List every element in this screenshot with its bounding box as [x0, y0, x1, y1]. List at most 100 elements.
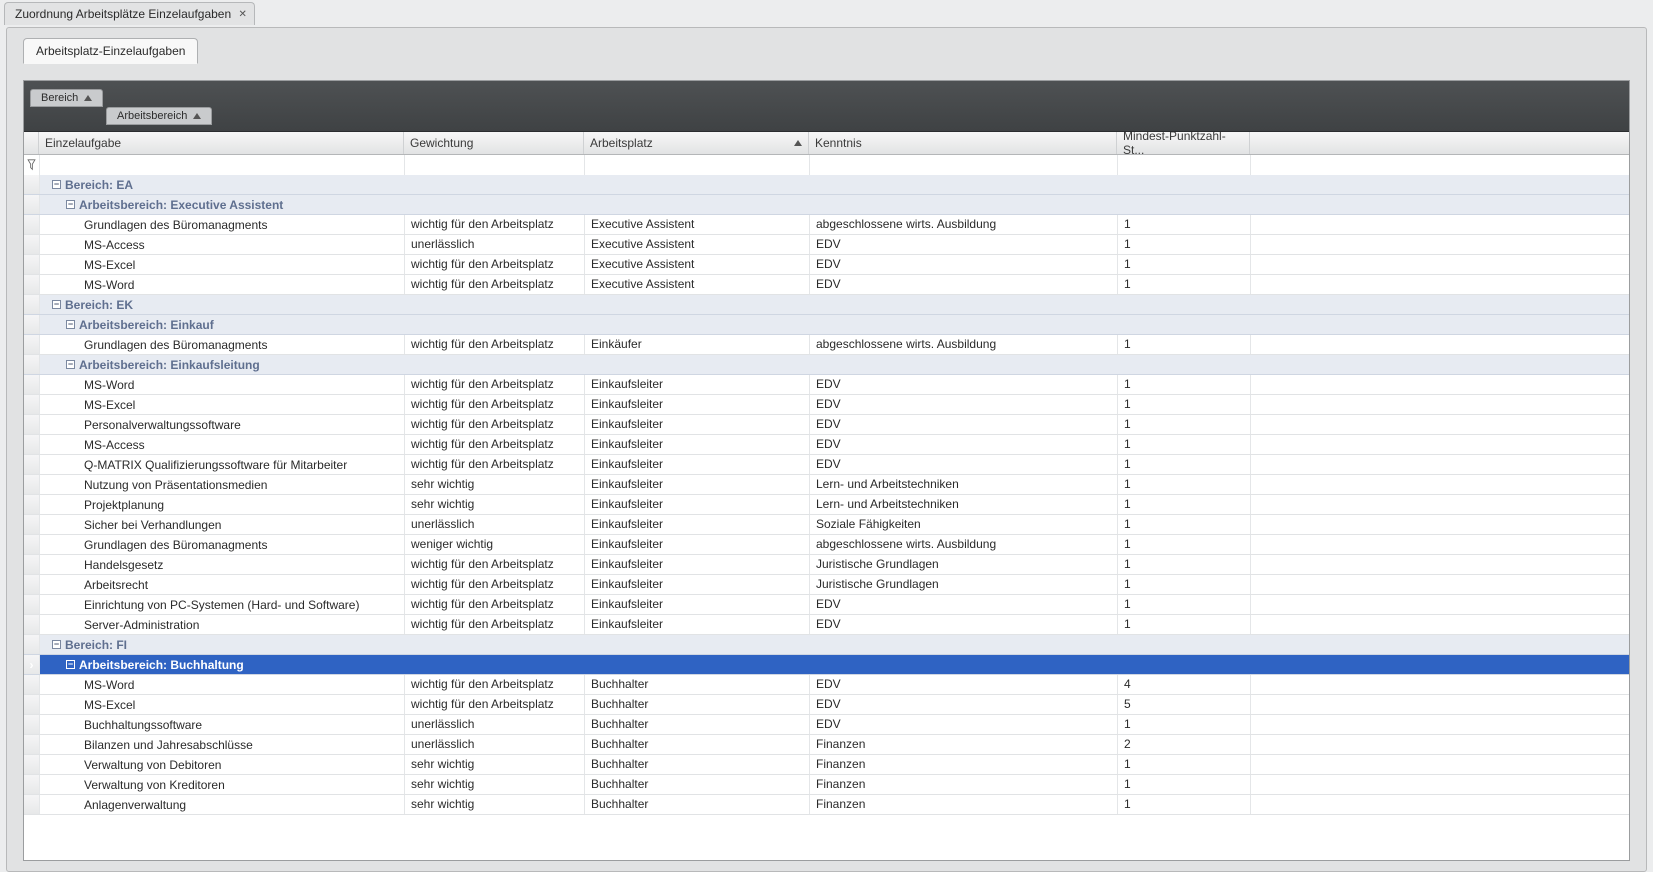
- table-row[interactable]: Nutzung von Präsentationsmediensehr wich…: [24, 475, 1629, 495]
- cell-gewichtung[interactable]: wichtig für den Arbeitsplatz: [405, 555, 585, 574]
- cell-mindest-punktzahl[interactable]: 1: [1118, 715, 1251, 734]
- cell-arbeitsplatz[interactable]: Buchhalter: [585, 775, 810, 794]
- cell-mindest-punktzahl[interactable]: 1: [1118, 435, 1251, 454]
- cell-einzelaufgabe[interactable]: Nutzung von Präsentationsmedien: [40, 475, 405, 494]
- close-icon[interactable]: ✕: [237, 9, 248, 20]
- cell-gewichtung[interactable]: wichtig für den Arbeitsplatz: [405, 695, 585, 714]
- cell-mindest-punktzahl[interactable]: 1: [1118, 415, 1251, 434]
- cell-einzelaufgabe[interactable]: MS-Excel: [40, 395, 405, 414]
- cell-kenntnis[interactable]: EDV: [810, 595, 1118, 614]
- cell-kenntnis[interactable]: EDV: [810, 435, 1118, 454]
- cell-mindest-punktzahl[interactable]: 1: [1118, 215, 1251, 234]
- cell-arbeitsplatz[interactable]: Einkäufer: [585, 335, 810, 354]
- table-row[interactable]: Verwaltung von Debitorensehr wichtigBuch…: [24, 755, 1629, 775]
- cell-gewichtung[interactable]: wichtig für den Arbeitsplatz: [405, 415, 585, 434]
- cell-gewichtung[interactable]: wichtig für den Arbeitsplatz: [405, 595, 585, 614]
- cell-arbeitsplatz[interactable]: Einkaufsleiter: [585, 495, 810, 514]
- cell-gewichtung[interactable]: wichtig für den Arbeitsplatz: [405, 375, 585, 394]
- tab-arbeitsplatz-einzelaufgaben[interactable]: Arbeitsplatz-Einzelaufgaben: [23, 38, 198, 64]
- cell-kenntnis[interactable]: abgeschlossene wirts. Ausbildung: [810, 335, 1118, 354]
- cell-gewichtung[interactable]: wichtig für den Arbeitsplatz: [405, 215, 585, 234]
- table-row[interactable]: Bilanzen und Jahresabschlüsseunerlässlic…: [24, 735, 1629, 755]
- cell-mindest-punktzahl[interactable]: 1: [1118, 495, 1251, 514]
- filter-arbeitsplatz[interactable]: [585, 155, 810, 175]
- cell-einzelaufgabe[interactable]: Einrichtung von PC-Systemen (Hard- und S…: [40, 595, 405, 614]
- cell-einzelaufgabe[interactable]: Grundlagen des Büromanagments: [40, 215, 405, 234]
- cell-gewichtung[interactable]: sehr wichtig: [405, 475, 585, 494]
- cell-arbeitsplatz[interactable]: Einkaufsleiter: [585, 375, 810, 394]
- cell-kenntnis[interactable]: abgeschlossene wirts. Ausbildung: [810, 215, 1118, 234]
- cell-gewichtung[interactable]: unerlässlich: [405, 735, 585, 754]
- collapse-icon[interactable]: −: [66, 660, 75, 669]
- cell-kenntnis[interactable]: Soziale Fähigkeiten: [810, 515, 1118, 534]
- cell-arbeitsplatz[interactable]: Einkaufsleiter: [585, 555, 810, 574]
- table-row[interactable]: Sicher bei VerhandlungenunerlässlichEink…: [24, 515, 1629, 535]
- table-row[interactable]: Q-MATRIX Qualifizierungssoftware für Mit…: [24, 455, 1629, 475]
- cell-arbeitsplatz[interactable]: Buchhalter: [585, 675, 810, 694]
- cell-gewichtung[interactable]: unerlässlich: [405, 235, 585, 254]
- table-row[interactable]: Grundlagen des Büromanagmentswichtig für…: [24, 335, 1629, 355]
- cell-kenntnis[interactable]: Lern- und Arbeitstechniken: [810, 495, 1118, 514]
- cell-mindest-punktzahl[interactable]: 2: [1118, 735, 1251, 754]
- cell-einzelaufgabe[interactable]: Projektplanung: [40, 495, 405, 514]
- cell-arbeitsplatz[interactable]: Einkaufsleiter: [585, 575, 810, 594]
- cell-mindest-punktzahl[interactable]: 1: [1118, 235, 1251, 254]
- table-row[interactable]: Verwaltung von Kreditorensehr wichtigBuc…: [24, 775, 1629, 795]
- cell-kenntnis[interactable]: Lern- und Arbeitstechniken: [810, 475, 1118, 494]
- cell-arbeitsplatz[interactable]: Einkaufsleiter: [585, 615, 810, 634]
- cell-einzelaufgabe[interactable]: Bilanzen und Jahresabschlüsse: [40, 735, 405, 754]
- cell-mindest-punktzahl[interactable]: 1: [1118, 275, 1251, 294]
- cell-gewichtung[interactable]: wichtig für den Arbeitsplatz: [405, 335, 585, 354]
- group-chip-arbeitsbereich[interactable]: Arbeitsbereich: [106, 107, 212, 125]
- collapse-icon[interactable]: −: [52, 180, 61, 189]
- collapse-icon[interactable]: −: [66, 200, 75, 209]
- cell-kenntnis[interactable]: EDV: [810, 255, 1118, 274]
- table-row[interactable]: Anlagenverwaltungsehr wichtigBuchhalterF…: [24, 795, 1629, 815]
- table-row[interactable]: MS-Wordwichtig für den ArbeitsplatzExecu…: [24, 275, 1629, 295]
- cell-einzelaufgabe[interactable]: Q-MATRIX Qualifizierungssoftware für Mit…: [40, 455, 405, 474]
- cell-arbeitsplatz[interactable]: Einkaufsleiter: [585, 595, 810, 614]
- cell-einzelaufgabe[interactable]: MS-Word: [40, 275, 405, 294]
- cell-einzelaufgabe[interactable]: MS-Excel: [40, 255, 405, 274]
- cell-arbeitsplatz[interactable]: Executive Assistent: [585, 255, 810, 274]
- cell-einzelaufgabe[interactable]: Grundlagen des Büromanagments: [40, 535, 405, 554]
- cell-kenntnis[interactable]: EDV: [810, 695, 1118, 714]
- cell-einzelaufgabe[interactable]: MS-Word: [40, 375, 405, 394]
- cell-mindest-punktzahl[interactable]: 1: [1118, 555, 1251, 574]
- cell-arbeitsplatz[interactable]: Einkaufsleiter: [585, 435, 810, 454]
- cell-gewichtung[interactable]: sehr wichtig: [405, 795, 585, 814]
- cell-mindest-punktzahl[interactable]: 1: [1118, 335, 1251, 354]
- cell-kenntnis[interactable]: Juristische Grundlagen: [810, 575, 1118, 594]
- cell-einzelaufgabe[interactable]: MS-Access: [40, 435, 405, 454]
- group-chip-bereich[interactable]: Bereich: [30, 89, 103, 107]
- cell-kenntnis[interactable]: EDV: [810, 415, 1118, 434]
- cell-gewichtung[interactable]: sehr wichtig: [405, 755, 585, 774]
- table-row[interactable]: Grundlagen des Büromanagmentsweniger wic…: [24, 535, 1629, 555]
- cell-einzelaufgabe[interactable]: Verwaltung von Kreditoren: [40, 775, 405, 794]
- collapse-icon[interactable]: −: [66, 320, 75, 329]
- cell-mindest-punktzahl[interactable]: 1: [1118, 795, 1251, 814]
- cell-mindest-punktzahl[interactable]: 1: [1118, 535, 1251, 554]
- cell-arbeitsplatz[interactable]: Buchhalter: [585, 795, 810, 814]
- cell-kenntnis[interactable]: EDV: [810, 715, 1118, 734]
- cell-arbeitsplatz[interactable]: Einkaufsleiter: [585, 455, 810, 474]
- cell-einzelaufgabe[interactable]: Buchhaltungssoftware: [40, 715, 405, 734]
- cell-arbeitsplatz[interactable]: Einkaufsleiter: [585, 535, 810, 554]
- cell-gewichtung[interactable]: unerlässlich: [405, 715, 585, 734]
- cell-gewichtung[interactable]: unerlässlich: [405, 515, 585, 534]
- cell-einzelaufgabe[interactable]: Sicher bei Verhandlungen: [40, 515, 405, 534]
- table-row[interactable]: MS-AccessunerlässlichExecutive Assistent…: [24, 235, 1629, 255]
- table-row[interactable]: Projektplanungsehr wichtigEinkaufsleiter…: [24, 495, 1629, 515]
- cell-einzelaufgabe[interactable]: Server-Administration: [40, 615, 405, 634]
- table-row[interactable]: Server-Administrationwichtig für den Arb…: [24, 615, 1629, 635]
- filter-mindest[interactable]: [1118, 155, 1251, 175]
- filter-einzelaufgabe[interactable]: [40, 155, 405, 175]
- table-row[interactable]: MS-Wordwichtig für den ArbeitsplatzBuchh…: [24, 675, 1629, 695]
- cell-mindest-punktzahl[interactable]: 1: [1118, 595, 1251, 614]
- cell-kenntnis[interactable]: EDV: [810, 675, 1118, 694]
- cell-kenntnis[interactable]: EDV: [810, 615, 1118, 634]
- cell-mindest-punktzahl[interactable]: 1: [1118, 255, 1251, 274]
- collapse-icon[interactable]: −: [52, 300, 61, 309]
- cell-gewichtung[interactable]: wichtig für den Arbeitsplatz: [405, 675, 585, 694]
- cell-arbeitsplatz[interactable]: Buchhalter: [585, 755, 810, 774]
